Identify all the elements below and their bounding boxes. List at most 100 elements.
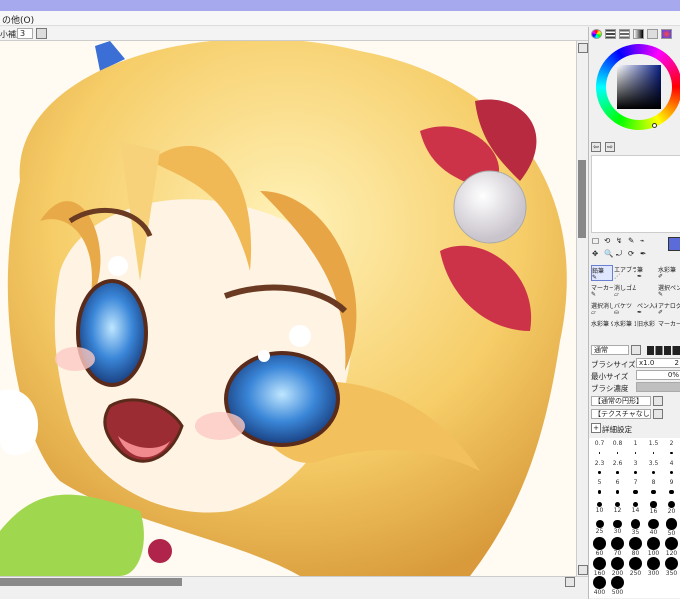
navigator-preview[interactable] (591, 155, 680, 233)
swatch-tab-icon[interactable] (647, 29, 658, 39)
pen-icon[interactable]: ✎ (628, 236, 634, 245)
size-preset[interactable]: 10 (591, 499, 608, 516)
drawing-canvas[interactable] (0, 41, 576, 576)
size-preset[interactable]: 70 (609, 537, 626, 557)
size-preset[interactable]: 2.3 (591, 460, 608, 477)
shape-dropdown[interactable] (653, 396, 663, 406)
move-icon[interactable]: ✥ (592, 249, 598, 258)
brush-old-watercolor[interactable]: 旧水彩 (637, 319, 657, 335)
texture-select[interactable]: 【テクスチャなし】 (591, 409, 651, 419)
size-preset[interactable]: 0.8 (609, 440, 626, 457)
size-preset[interactable]: 3 (627, 460, 644, 477)
brush-select-pen[interactable]: 選択ペン ✎ (658, 283, 680, 299)
size-preset[interactable]: 40 (645, 518, 662, 536)
texture-dropdown[interactable] (653, 409, 663, 419)
size-preset-dot (633, 489, 638, 495)
size-preset[interactable]: 0.7 (591, 440, 608, 457)
brush-analog[interactable]: アナログ ✐ (658, 301, 680, 317)
vertical-scrollbar[interactable] (576, 41, 588, 587)
vertical-scroll-thumb[interactable] (578, 160, 586, 238)
brush-watercolor-10[interactable]: 水彩筆 10級 (614, 319, 636, 335)
size-preset[interactable]: 4 (663, 460, 680, 477)
size-preset[interactable]: 100 (645, 537, 662, 557)
size-preset[interactable]: 200 (609, 556, 626, 577)
brush-inking[interactable]: ペン入れ✒ (637, 301, 657, 317)
lasso-icon[interactable]: ⟲ (604, 236, 610, 245)
brush-size-field[interactable]: x1.0 2 (636, 358, 680, 368)
brush-shape-icons[interactable] (647, 346, 680, 355)
size-preset[interactable]: 5 (591, 479, 608, 496)
scroll-right-button[interactable] (565, 577, 575, 587)
size-preset[interactable]: 500 (609, 576, 626, 596)
horizontal-scroll-thumb[interactable] (0, 578, 182, 586)
hue-cursor[interactable] (652, 123, 657, 128)
density-slider[interactable] (636, 382, 680, 392)
size-preset[interactable]: 30 (609, 518, 626, 535)
scroll-up-button[interactable] (578, 43, 588, 53)
navigator-back-button[interactable]: ⇦ (591, 142, 601, 152)
size-preset[interactable]: 16 (645, 499, 662, 516)
size-preset[interactable]: 12 (609, 499, 626, 516)
size-preset[interactable]: 14 (627, 499, 644, 516)
size-preset[interactable]: 160 (591, 556, 608, 577)
size-preset[interactable]: 1.5 (645, 440, 662, 457)
brush-watercolor-9[interactable]: 水彩筆 9級 (591, 319, 613, 335)
brush-airbrush[interactable]: エアブラシ⋰ (614, 265, 636, 281)
size-preset[interactable]: 2.6 (609, 460, 626, 477)
size-preset[interactable]: 120 (663, 537, 680, 557)
size-preset[interactable]: 25 (591, 518, 608, 535)
hsv-slider-tab-icon[interactable] (619, 29, 630, 39)
min-size-field[interactable]: 0% (636, 370, 680, 380)
size-preset[interactable]: 400 (591, 576, 608, 596)
size-preset[interactable]: 7 (627, 479, 644, 496)
size-preset[interactable]: 6 (609, 479, 626, 496)
select-rect-icon[interactable]: □ (592, 236, 599, 245)
brush-bucket[interactable]: バケツ ⛀ (614, 301, 636, 317)
gradient-tab-icon[interactable] (633, 29, 644, 39)
size-preset[interactable]: 2 (663, 440, 680, 457)
navigator-forward-button[interactable]: ⇨ (605, 142, 615, 152)
menu-other[interactable]: の他(O) (2, 13, 34, 26)
blend-mode-select[interactable]: 通常 (591, 345, 629, 355)
brush-watercolor[interactable]: 水彩筆 ✐ (658, 265, 680, 281)
correction-dropdown-button[interactable] (36, 28, 47, 39)
hand-icon[interactable]: ⟳ (628, 249, 634, 258)
size-preset-dot (634, 471, 637, 474)
size-preset[interactable]: 20 (663, 499, 680, 516)
brush-empty[interactable] (637, 283, 657, 299)
detail-settings-toggle-icon[interactable]: + (591, 423, 601, 433)
size-preset-label: 35 (631, 528, 640, 536)
brush-select-eraser[interactable]: 選択消し ▱ (591, 301, 613, 317)
palette-tab-icon[interactable] (661, 29, 672, 39)
foreground-color-swatch[interactable] (668, 237, 680, 251)
brush-eraser[interactable]: 消しゴム ▱ (614, 283, 636, 299)
size-preset[interactable]: 300 (645, 556, 662, 577)
size-preset[interactable]: 35 (627, 518, 644, 536)
saturation-value-box[interactable] (617, 65, 661, 109)
correction-input[interactable]: 3 (17, 28, 33, 39)
size-preset[interactable]: 250 (627, 556, 644, 577)
brush-marker[interactable]: マーカー ✎ (591, 283, 613, 299)
blend-mode-dropdown[interactable] (631, 345, 641, 355)
eyedropper-icon[interactable]: ⌁ (640, 236, 645, 245)
color-wheel-tab-icon[interactable] (591, 29, 602, 39)
brush-marker-2[interactable]: マーカー (658, 319, 680, 335)
detail-settings-label[interactable]: 詳細設定 (602, 424, 632, 435)
size-preset[interactable]: 60 (591, 537, 608, 557)
scroll-down-button[interactable] (578, 565, 588, 575)
ink-icon[interactable]: ✒ (640, 249, 646, 258)
rotate-icon[interactable]: ⤾ (616, 249, 622, 259)
brush-pencil[interactable]: 鉛筆 ✎ (591, 265, 613, 281)
size-preset[interactable]: 1 (627, 440, 644, 457)
brush-pen[interactable]: 筆 ✒ (637, 265, 657, 281)
shape-select[interactable]: 【通常の円形】 (591, 396, 651, 406)
size-preset[interactable]: 8 (645, 479, 662, 496)
size-preset[interactable]: 80 (627, 537, 644, 557)
rgb-slider-tab-icon[interactable] (605, 29, 616, 39)
zoom-icon[interactable]: 🔍 (604, 249, 613, 258)
size-preset[interactable]: 9 (663, 479, 680, 496)
magic-wand-icon[interactable]: ↯ (616, 236, 622, 245)
size-preset[interactable]: 50 (663, 518, 680, 537)
size-preset[interactable]: 3.5 (645, 460, 662, 477)
size-preset[interactable]: 350 (663, 556, 680, 577)
